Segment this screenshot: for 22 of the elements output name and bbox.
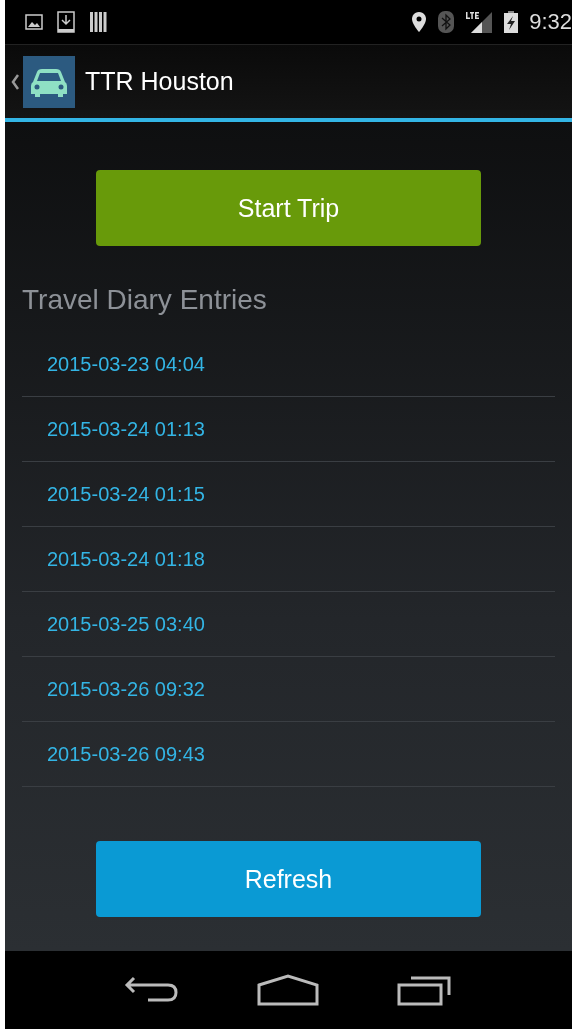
diary-entry[interactable]: 2015-03-25 03:40 — [22, 592, 555, 657]
diary-entry[interactable]: 2015-03-24 01:13 — [22, 397, 555, 462]
diary-entry[interactable]: 2015-03-26 09:32 — [22, 657, 555, 722]
home-icon[interactable] — [257, 974, 320, 1006]
recent-apps-icon[interactable] — [397, 974, 454, 1006]
picture-notification-icon — [25, 14, 43, 30]
car-app-icon[interactable] — [23, 55, 75, 108]
lte-signal-icon — [465, 10, 494, 34]
start-trip-button[interactable]: Start Trip — [96, 170, 481, 246]
diary-entry[interactable]: 2015-03-23 04:04 — [22, 332, 555, 397]
barcode-icon — [89, 11, 109, 33]
app-title: TTR Houston — [85, 67, 234, 96]
section-heading: Travel Diary Entries — [22, 284, 268, 316]
location-icon — [411, 11, 428, 33]
diary-entry[interactable]: 2015-03-24 01:15 — [22, 462, 555, 527]
clock-time: 9:32 — [529, 9, 572, 35]
download-icon — [57, 11, 75, 33]
bluetooth-icon — [437, 10, 456, 34]
diary-entry[interactable]: 2015-03-26 09:43 — [22, 722, 555, 787]
diary-entry[interactable]: 2015-03-24 01:18 — [22, 527, 555, 592]
battery-charging-icon — [503, 10, 520, 34]
up-caret-icon[interactable] — [11, 73, 19, 90]
